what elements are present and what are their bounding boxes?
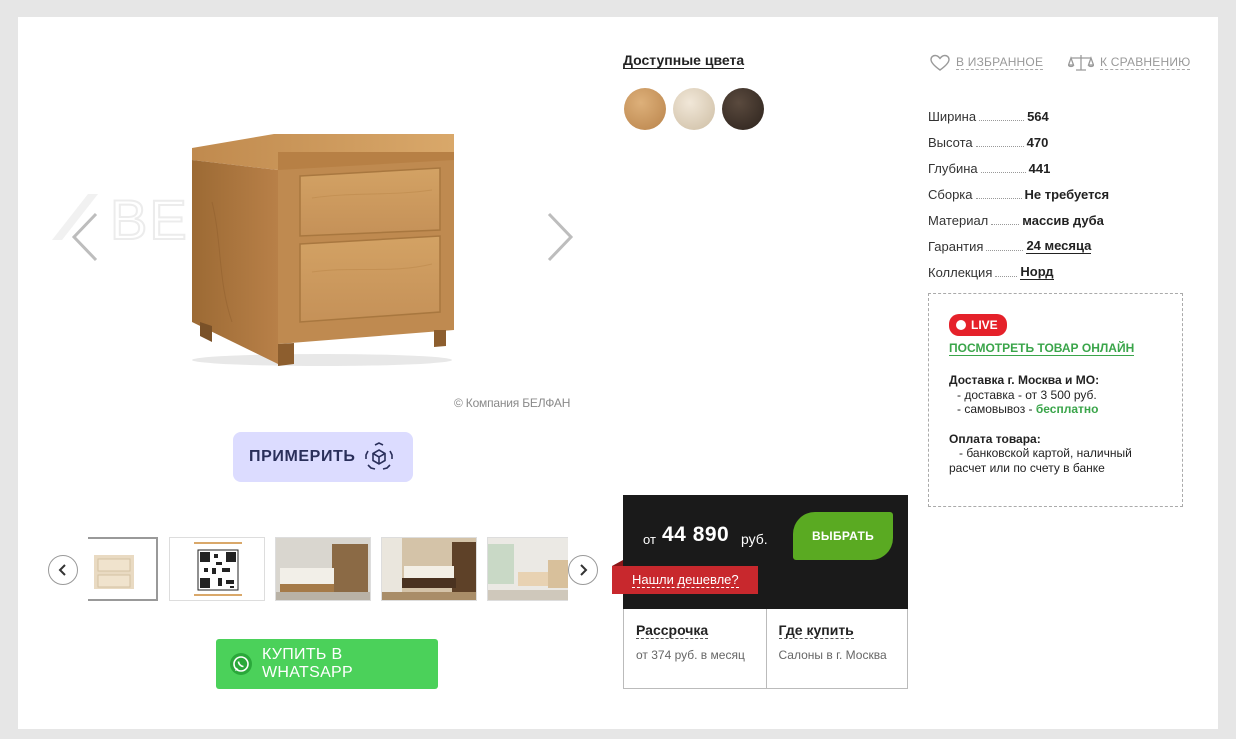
payment-text: - банковской картой, наличный расчет или… [949,446,1132,475]
thumbnail-qr-code[interactable] [169,537,265,601]
photo-copyright: © Компания БЕЛФАН [454,396,571,410]
payment-title: Оплата товара: [949,431,1041,446]
spec-value: Не требуется [1024,187,1110,202]
scales-icon [1068,55,1094,71]
delivery-info: Доставка г. Москва и МО: - доставка - от… [949,373,1162,417]
price-value: 44 890 [662,523,730,546]
add-to-favorites-button[interactable]: В ИЗБРАННОЕ [930,54,1044,72]
spec-key: Сборка [928,187,973,202]
thumbnail-bedroom-3[interactable] [487,537,568,601]
buy-whatsapp-button[interactable]: КУПИТЬ В WHATSAPP [216,639,438,689]
chevron-left-icon [58,564,66,576]
spec-value: массив дуба [1022,213,1104,228]
spec-value: 564 [1027,109,1049,124]
color-swatch-bleached[interactable] [673,88,715,130]
color-swatch-oak[interactable] [624,88,666,130]
thumbs-prev-button[interactable] [48,555,78,585]
spec-row: Сборка Не требуется [928,176,1188,202]
warranty-link[interactable]: 24 месяца [1026,239,1092,254]
thumbnail-bedroom-1[interactable] [275,537,371,601]
spec-key: Глубина [928,161,978,176]
spec-row: Гарантия 24 месяца [928,228,1188,254]
where-to-buy-cell: Где купить Салоны в г. Москва [765,609,908,688]
price-currency: руб. [741,531,768,547]
spec-key: Ширина [928,109,977,124]
try-on-label: ПРИМЕРИТЬ [249,448,356,465]
gallery-prev-icon[interactable] [70,212,100,262]
spec-row: Ширина 564 [928,98,1188,124]
choose-button[interactable]: ВЫБРАТЬ [793,512,893,560]
delivery-title: Доставка г. Москва и МО: [949,373,1100,387]
color-swatch-dark[interactable] [722,88,764,130]
spec-key: Гарантия [928,239,984,254]
pickup-free: бесплатно [1035,402,1099,416]
spec-row: Материал массив дуба [928,202,1188,228]
found-cheaper-label: Нашли дешевле? [632,571,739,588]
heart-icon [930,54,950,71]
add-to-compare-button[interactable]: К СРАВНЕНИЮ [1068,54,1191,72]
whatsapp-icon [230,653,252,675]
collection-link[interactable]: Норд [1020,265,1054,280]
spec-value: 441 [1028,161,1051,176]
pickup-prefix: - самовывоз - [957,402,1036,416]
where-to-buy-link[interactable]: Где купить [778,622,854,639]
compare-label: К СРАВНЕНИЮ [1100,55,1191,70]
product-main-photo [192,134,454,366]
thumbs-next-button[interactable] [568,555,598,585]
thumbnail-bedroom-2[interactable] [381,537,477,601]
found-cheaper-button[interactable]: Нашли дешевле? [612,566,758,594]
live-dot-icon [956,320,966,330]
watch-online-link[interactable]: ПОСМОТРЕТЬ ТОВАР ОНЛАЙН [949,342,1135,356]
purchase-info: Рассрочка от 374 руб. в месяц Где купить… [623,609,908,689]
thumbnail-strip [88,537,568,601]
spec-row: Глубина 441 [928,150,1188,176]
installment-sub: от 374 руб. в месяц [636,648,745,662]
spec-list: Ширина 564 Высота 470 Глубина 441 Сборка… [928,98,1188,280]
ar-cube-icon [365,442,393,470]
where-to-buy-sub: Салоны в г. Москва [778,648,887,662]
spec-row: Высота 470 [928,124,1188,150]
favorites-label: В ИЗБРАННОЕ [956,55,1044,70]
payment-info: Оплата товара: - банковской картой, нали… [949,432,1162,476]
price-from: от [643,532,656,547]
spec-value: 470 [1026,135,1049,150]
delivery-line: - доставка - от 3 500 руб. [957,387,1097,402]
live-delivery-box: LIVE ПОСМОТРЕТЬ ТОВАР ОНЛАЙН Доставка г.… [928,293,1183,507]
live-badge[interactable]: LIVE [949,314,1007,336]
thumbnail-product-front[interactable] [88,537,158,601]
chevron-right-icon [580,564,588,576]
try-on-button[interactable]: ПРИМЕРИТЬ [233,432,413,482]
spec-key: Высота [928,135,973,150]
pickup-line: - самовывоз - бесплатно [949,402,1162,417]
available-colors-title: Доступные цвета [623,52,745,69]
buy-whatsapp-label: КУПИТЬ В WHATSAPP [261,646,353,681]
installment-link[interactable]: Рассрочка [636,622,709,639]
spec-key: Материал [928,213,989,228]
spec-row: Коллекция Норд [928,254,1188,280]
installment-cell: Рассрочка от 374 руб. в месяц [624,609,766,688]
spec-key: Коллекция [928,265,993,280]
live-badge-label: LIVE [971,318,998,332]
gallery-next-icon[interactable] [545,212,575,262]
